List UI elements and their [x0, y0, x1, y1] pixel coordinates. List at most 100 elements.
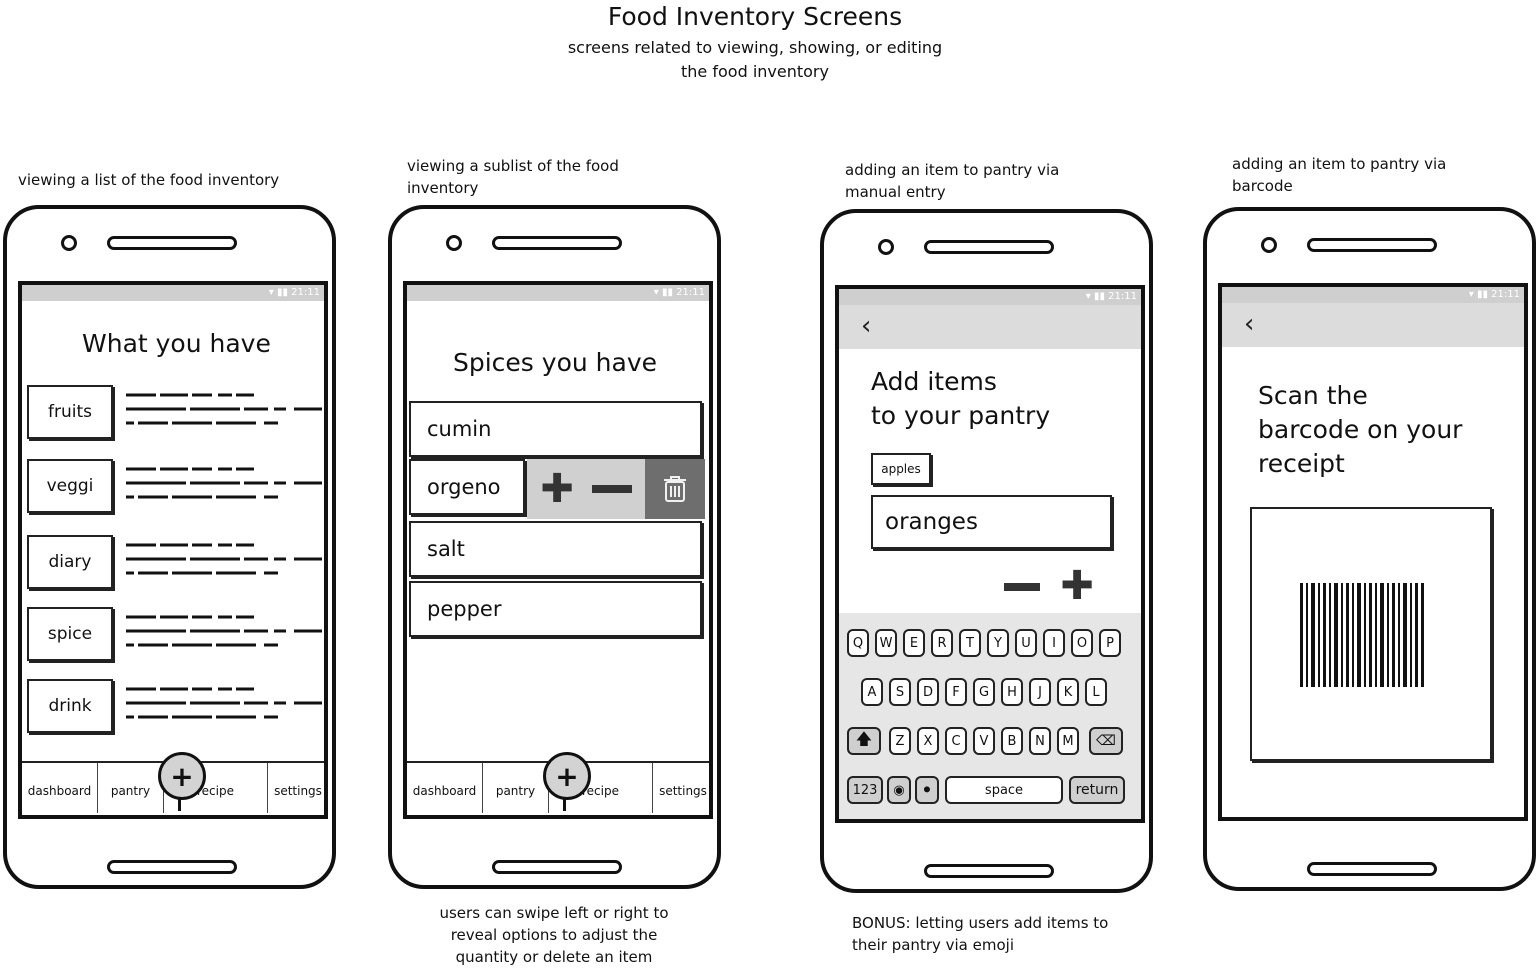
key-s[interactable]: S: [889, 678, 911, 706]
decrease-quantity-button[interactable]: [592, 485, 632, 493]
key-r[interactable]: R: [931, 629, 953, 657]
shift-key[interactable]: 🡅: [847, 727, 881, 755]
key-o[interactable]: O: [1071, 629, 1093, 657]
screen-spice-sublist: ▾ ▮▮ 21:11 Spices you have cumin orgeno …: [403, 281, 713, 819]
key-t[interactable]: T: [959, 629, 981, 657]
key-p[interactable]: P: [1099, 629, 1121, 657]
tab-pantry[interactable]: pantry: [98, 763, 164, 813]
note-screen4: adding an item to pantry via barcode: [1232, 155, 1447, 195]
key-j[interactable]: J: [1029, 678, 1051, 706]
key-w[interactable]: W: [875, 629, 897, 657]
screen-title-line2: barcode on your: [1258, 415, 1463, 444]
microphone-key[interactable]: ⚫: [915, 776, 939, 804]
trash-icon: [664, 476, 686, 502]
add-fab-button[interactable]: +: [543, 752, 591, 800]
scribble-text-spice: [126, 615, 322, 647]
numbers-key[interactable]: 123: [847, 776, 883, 804]
screen-barcode-scan: ▾ ▮▮ 21:11 ‹ Scan the barcode on your re…: [1218, 283, 1528, 821]
key-n[interactable]: N: [1029, 727, 1051, 755]
category-diary-button[interactable]: diary: [27, 535, 113, 589]
category-fruits-button[interactable]: fruits: [27, 385, 113, 439]
screen-title: Spices you have: [453, 348, 658, 377]
item-name-input[interactable]: oranges: [871, 495, 1112, 549]
status-bar: ▾ ▮▮ 21:11: [1222, 287, 1524, 303]
key-y[interactable]: Y: [987, 629, 1009, 657]
increase-quantity-button[interactable]: ✚: [537, 466, 577, 512]
key-g[interactable]: G: [973, 678, 995, 706]
camera-icon: [1261, 237, 1277, 253]
space-key[interactable]: space: [945, 776, 1063, 804]
scribble-text-drink: [126, 687, 322, 719]
key-b[interactable]: B: [1001, 727, 1023, 755]
key-v[interactable]: V: [973, 727, 995, 755]
delete-item-button[interactable]: [645, 459, 705, 519]
key-m[interactable]: M: [1057, 727, 1079, 755]
category-drink-button[interactable]: drink: [27, 679, 113, 733]
note-bottom-swipe: users can swipe left or right to reveal …: [439, 904, 669, 966]
tab-settings[interactable]: settings: [653, 763, 709, 813]
scribble-text-veggi: [126, 467, 322, 499]
app-bar: ‹: [839, 305, 1141, 349]
list-item-pepper[interactable]: pepper: [409, 581, 702, 637]
item-chip-apples[interactable]: apples: [871, 453, 931, 485]
back-button[interactable]: ‹: [1244, 309, 1254, 339]
list-item-salt[interactable]: salt: [409, 521, 702, 577]
status-time: 21:11: [1491, 289, 1520, 300]
tab-pantry[interactable]: pantry: [483, 763, 549, 813]
arrow-up-icon: 🡅: [855, 728, 873, 748]
key-k[interactable]: K: [1057, 678, 1079, 706]
decrease-quantity-button[interactable]: [1004, 583, 1040, 591]
globe-key[interactable]: ◉: [887, 776, 911, 804]
key-l[interactable]: L: [1085, 678, 1107, 706]
scribble-text-diary: [126, 543, 322, 575]
key-i[interactable]: I: [1043, 629, 1065, 657]
speaker-icon: [924, 240, 1054, 254]
status-time: 21:11: [291, 287, 320, 298]
app-bar: ‹: [1222, 303, 1524, 347]
camera-icon: [878, 239, 894, 255]
screen-title-line1: Add items: [871, 367, 997, 396]
key-h[interactable]: H: [1001, 678, 1023, 706]
plus-icon: +: [555, 759, 579, 793]
category-spice-button[interactable]: spice: [27, 607, 113, 661]
camera-icon: [446, 235, 462, 251]
chevron-left-icon: ‹: [1244, 309, 1255, 339]
key-x[interactable]: X: [917, 727, 939, 755]
increase-quantity-button[interactable]: ✚: [1057, 563, 1097, 609]
key-c[interactable]: C: [945, 727, 967, 755]
key-a[interactable]: A: [861, 678, 883, 706]
tab-dashboard[interactable]: dashboard: [22, 763, 98, 813]
key-d[interactable]: D: [917, 678, 939, 706]
tab-settings[interactable]: settings: [268, 763, 324, 813]
speaker-icon: [107, 236, 237, 250]
list-item-cumin[interactable]: cumin: [409, 401, 702, 457]
key-z[interactable]: Z: [889, 727, 911, 755]
screen-title-line1: Scan the: [1258, 381, 1368, 410]
screen-title: What you have: [82, 329, 271, 358]
list-item-orgeno[interactable]: orgeno: [409, 459, 525, 515]
note-screen1: viewing a list of the food inventory: [18, 171, 280, 189]
screen-title-line2: to your pantry: [871, 401, 1051, 430]
note-screen3: adding an item to pantry via manual entr…: [845, 161, 1060, 201]
key-u[interactable]: U: [1015, 629, 1037, 657]
speaker-icon: [492, 236, 622, 250]
backspace-key[interactable]: ⌫: [1089, 727, 1123, 755]
home-bar-icon: [107, 860, 237, 874]
camera-icon: [61, 235, 77, 251]
phone-manual-entry: ▾ ▮▮ 21:11 ‹ Add items to your pantry ap…: [820, 209, 1153, 893]
key-f[interactable]: F: [945, 678, 967, 706]
status-bar: ▾ ▮▮ 21:11: [407, 285, 709, 301]
screen-manual-entry: ▾ ▮▮ 21:11 ‹ Add items to your pantry ap…: [835, 285, 1145, 823]
note-bottom-emoji: BONUS: letting users add items to their …: [852, 914, 1109, 954]
tab-dashboard[interactable]: dashboard: [407, 763, 483, 813]
key-q[interactable]: Q: [847, 629, 869, 657]
category-veggi-button[interactable]: veggi: [27, 459, 113, 513]
key-e[interactable]: E: [903, 629, 925, 657]
globe-icon: ◉: [893, 782, 905, 798]
barcode-scanner-frame[interactable]: [1250, 507, 1492, 761]
list-item-label: salt: [427, 537, 465, 561]
back-button[interactable]: ‹: [861, 311, 871, 341]
add-fab-button[interactable]: +: [158, 752, 206, 800]
return-key[interactable]: return: [1069, 776, 1125, 804]
status-time: 21:11: [676, 287, 705, 298]
